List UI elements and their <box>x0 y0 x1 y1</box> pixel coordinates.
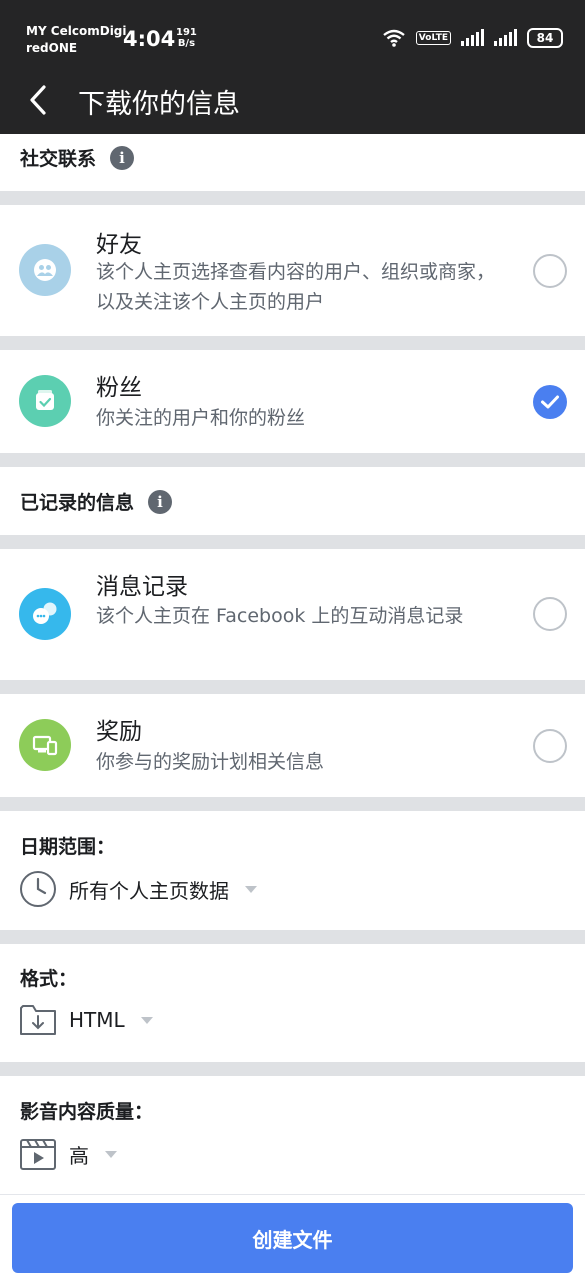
friends-title: 好友 <box>96 232 142 258</box>
volte-icon: VoLTE <box>415 31 451 45</box>
messages-icon <box>19 588 71 640</box>
logged-section-header: 已记录的信息 i <box>0 467 585 535</box>
status-time: 4:04 <box>123 27 176 51</box>
followers-radio-checked[interactable] <box>533 385 567 419</box>
list-item-friends[interactable]: 好友 该个人主页选择查看内容的用户、组织或商家，以及关注该个人主页的用户 <box>0 205 585 336</box>
list-item-followers[interactable]: 粉丝 你关注的用户和你的粉丝 <box>0 350 585 453</box>
video-clapper-icon <box>20 1139 56 1170</box>
rewards-radio[interactable] <box>533 729 567 763</box>
list-item-messages[interactable]: 消息记录 该个人主页在 Facebook 上的互动消息记录 <box>0 549 585 680</box>
followers-description: 你关注的用户和你的粉丝 <box>96 407 306 429</box>
friends-description: 该个人主页选择查看内容的用户、组织或商家，以及关注该个人主页的用户 <box>96 261 496 313</box>
followers-title: 粉丝 <box>96 375 142 401</box>
format-label: 格式： <box>20 968 78 990</box>
clock-icon <box>20 871 56 907</box>
followers-icon <box>19 375 71 427</box>
format-selector[interactable]: HTML <box>19 1002 153 1038</box>
status-bar: MY CelcomDigi redONE 4:04 191 B/s VoLTE … <box>0 0 585 64</box>
list-item-rewards[interactable]: 奖励 你参与的奖励计划相关信息 <box>0 694 585 797</box>
media-quality-selector[interactable]: 高 <box>19 1136 117 1172</box>
media-quality-section: 影音内容质量： 高 <box>0 1076 585 1194</box>
friends-icon <box>19 244 71 296</box>
date-range-label: 日期范围： <box>20 836 116 858</box>
rewards-description: 你参与的奖励计划相关信息 <box>96 751 325 773</box>
messages-description: 该个人主页在 Facebook 上的互动消息记录 <box>96 605 464 627</box>
format-value: HTML <box>69 1008 125 1032</box>
net-speed: 191 B/s <box>176 27 197 49</box>
rewards-icon <box>19 719 71 771</box>
app-header: 下载你的信息 <box>0 64 585 134</box>
back-button[interactable] <box>18 80 58 120</box>
footer: 创建文件 <box>0 1194 585 1280</box>
chevron-down-icon <box>105 1150 117 1158</box>
format-section: 格式： HTML <box>0 944 585 1062</box>
create-file-button[interactable]: 创建文件 <box>12 1203 573 1273</box>
media-quality-label: 影音内容质量： <box>20 1101 154 1123</box>
date-range-value: 所有个人主页数据 <box>69 878 229 903</box>
carrier-name: MY CelcomDigi redONE <box>26 24 127 55</box>
folder-download-icon <box>20 1005 56 1035</box>
back-arrow-icon <box>30 85 46 115</box>
info-icon[interactable]: i <box>148 489 173 514</box>
wifi-icon <box>383 29 405 47</box>
section-title-social: 社交联系 <box>20 148 97 170</box>
date-range-section: 日期范围： 所有个人主页数据 <box>0 811 585 930</box>
rewards-title: 奖励 <box>96 719 142 745</box>
page-title: 下载你的信息 <box>78 89 240 120</box>
signal-icon-2 <box>494 29 517 46</box>
chevron-down-icon <box>245 885 257 893</box>
signal-icon <box>461 29 484 46</box>
friends-radio[interactable] <box>533 254 567 288</box>
media-quality-value: 高 <box>69 1143 89 1168</box>
battery-icon: 84 <box>527 28 563 48</box>
messages-radio[interactable] <box>533 597 567 631</box>
checkmark-icon <box>541 395 559 409</box>
messages-title: 消息记录 <box>96 574 188 600</box>
info-icon[interactable]: i <box>110 145 135 170</box>
date-range-selector[interactable]: 所有个人主页数据 <box>19 870 257 908</box>
status-icons: VoLTE 84 <box>382 28 563 48</box>
social-section-header: 社交联系 i <box>0 134 585 191</box>
section-title-logged: 已记录的信息 <box>20 492 135 514</box>
chevron-down-icon <box>140 1016 153 1024</box>
